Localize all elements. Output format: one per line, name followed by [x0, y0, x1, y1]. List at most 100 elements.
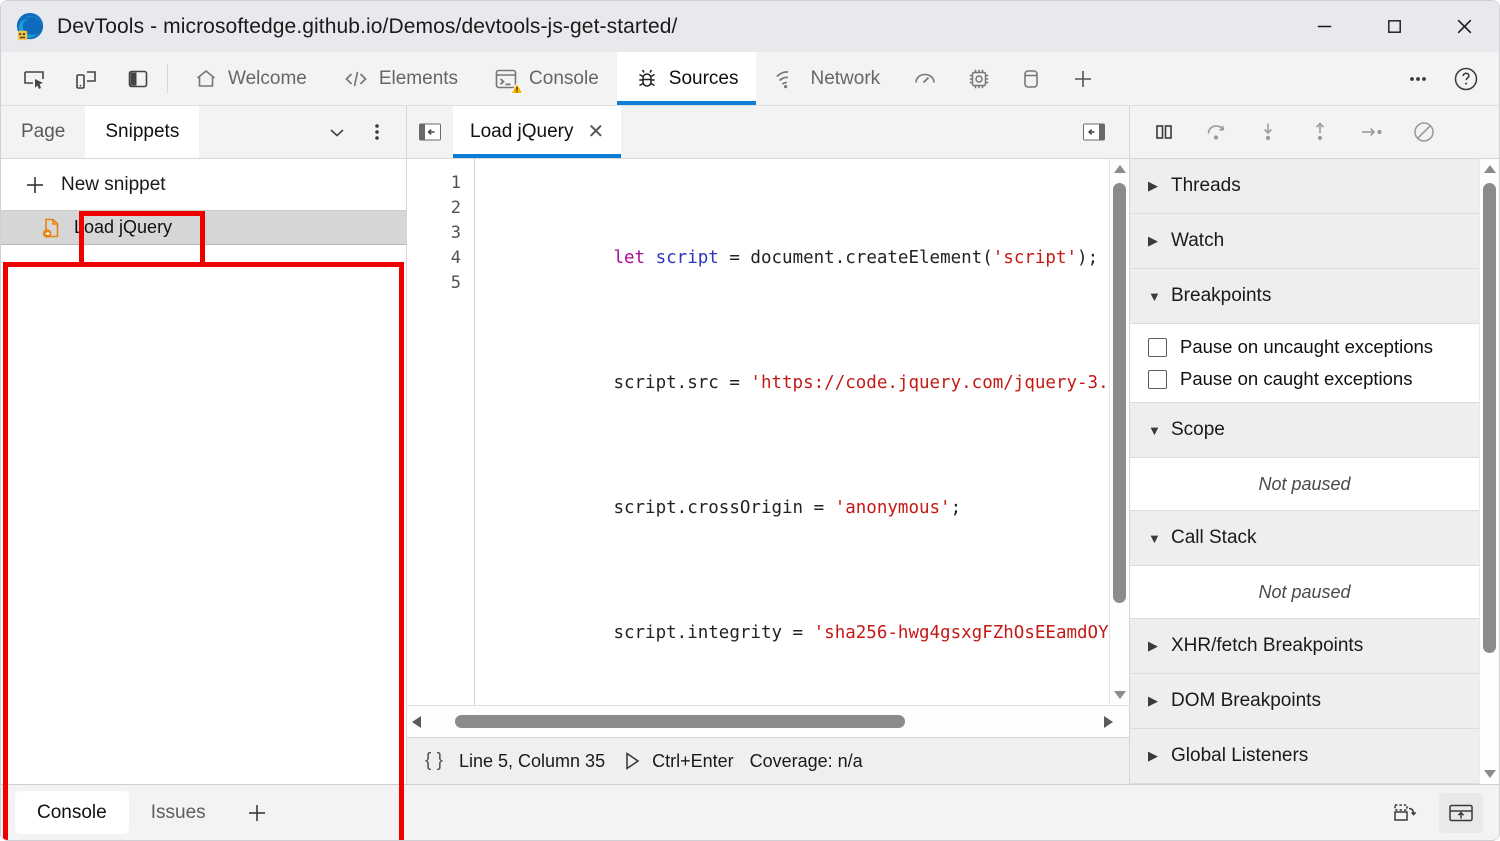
- chevron-down-icon[interactable]: [318, 113, 356, 151]
- drawer-tab-bar: Console Issues: [1, 784, 1499, 840]
- code-token: 'https://code.jquery.com/jquery-3.2.1.m: [750, 373, 1129, 393]
- tab-console-label: Console: [529, 68, 599, 90]
- toolbar-divider: [167, 64, 168, 93]
- more-options-icon[interactable]: [1397, 59, 1439, 99]
- pretty-print-button[interactable]: { }: [425, 750, 443, 772]
- editor-vertical-scrollbar[interactable]: [1109, 159, 1129, 705]
- hscrollbar-thumb[interactable]: [455, 715, 905, 728]
- checkbox[interactable]: [1148, 338, 1167, 357]
- snippet-file-icon: [39, 216, 63, 240]
- section-dom-breakpoints-label: DOM Breakpoints: [1171, 690, 1321, 712]
- list-item[interactable]: Load jQuery: [1, 211, 406, 245]
- editor-horizontal-scrollbar[interactable]: [407, 705, 1129, 737]
- new-snippet-button[interactable]: New snippet: [1, 159, 406, 211]
- pause-resume-icon[interactable]: [1142, 112, 1186, 152]
- navigator-more-options-icon[interactable]: [358, 113, 396, 151]
- tab-performance[interactable]: [898, 52, 952, 105]
- pause-uncaught-exceptions-row[interactable]: Pause on uncaught exceptions: [1130, 331, 1479, 363]
- dock-side-icon[interactable]: [117, 59, 159, 99]
- navigator-tab-page[interactable]: Page: [1, 106, 85, 158]
- drawer-add-tab-button[interactable]: [228, 785, 286, 840]
- dock-drawer-top-icon[interactable]: [1439, 793, 1483, 833]
- code-token: script.integrity =: [613, 623, 813, 643]
- add-tab-button[interactable]: [1056, 52, 1110, 105]
- line-number: 2: [407, 196, 461, 221]
- device-emulation-icon[interactable]: [65, 59, 107, 99]
- code-token: = document.createElement(: [719, 248, 993, 268]
- hscroll-track[interactable]: [433, 715, 1103, 728]
- tab-application[interactable]: [1006, 52, 1056, 105]
- scrollbar-thumb[interactable]: [1483, 183, 1496, 653]
- show-debugger-icon[interactable]: [1071, 119, 1117, 145]
- devtools-window: DevTools - microsoftedge.github.io/Demos…: [0, 0, 1500, 841]
- section-breakpoints[interactable]: ▼ Breakpoints: [1130, 269, 1479, 324]
- restore-drawer-icon[interactable]: [1383, 793, 1427, 833]
- section-scope[interactable]: ▼ Scope: [1130, 403, 1479, 458]
- help-icon[interactable]: [1445, 59, 1487, 99]
- code-editor[interactable]: 1 2 3 4 5 let script = document.createEl…: [407, 159, 1129, 705]
- section-scope-label: Scope: [1171, 419, 1225, 441]
- maximize-button[interactable]: [1359, 1, 1429, 52]
- debugger-vertical-scrollbar[interactable]: [1479, 159, 1499, 784]
- debugger-scroll-area[interactable]: ▶ Threads ▶ Watch ▼ Breakpoints: [1130, 159, 1499, 784]
- call-stack-body: Not paused: [1130, 566, 1479, 619]
- section-threads[interactable]: ▶ Threads: [1130, 159, 1479, 214]
- section-watch[interactable]: ▶ Watch: [1130, 214, 1479, 269]
- tab-sources-label: Sources: [669, 68, 739, 90]
- scroll-up-icon[interactable]: [1483, 159, 1497, 179]
- drawer-tab-issues[interactable]: Issues: [129, 791, 228, 834]
- inspect-element-icon[interactable]: [13, 59, 55, 99]
- section-dom-breakpoints[interactable]: ▶ DOM Breakpoints: [1130, 674, 1479, 729]
- deactivate-breakpoints-icon[interactable]: [1402, 112, 1446, 152]
- scroll-down-icon[interactable]: [1113, 685, 1127, 705]
- scroll-down-icon[interactable]: [1483, 764, 1497, 784]
- run-snippet-button[interactable]: Ctrl+Enter: [621, 750, 734, 772]
- tab-welcome[interactable]: Welcome: [176, 52, 325, 105]
- tab-sources[interactable]: Sources: [617, 52, 757, 105]
- plus-icon: [23, 173, 47, 197]
- step-icon[interactable]: [1350, 112, 1394, 152]
- show-navigator-icon[interactable]: [407, 106, 453, 158]
- section-call-stack[interactable]: ▼ Call Stack: [1130, 511, 1479, 566]
- editor-status-bar: { } Line 5, Column 35 Ctrl+Enter Coverag…: [407, 737, 1129, 784]
- navigator-tab-page-label: Page: [21, 121, 65, 143]
- line-number: 4: [407, 246, 461, 271]
- devtools-tab-strip: Welcome Elements: [1, 52, 1499, 106]
- step-out-icon[interactable]: [1298, 112, 1342, 152]
- code-content[interactable]: let script = document.createElement('scr…: [475, 159, 1129, 705]
- step-over-icon[interactable]: [1194, 112, 1238, 152]
- code-token: ;: [951, 498, 962, 518]
- close-icon[interactable]: ✕: [588, 122, 605, 142]
- section-xhr-fetch-breakpoints[interactable]: ▶ XHR/fetch Breakpoints: [1130, 619, 1479, 674]
- scrollbar-thumb[interactable]: [1113, 183, 1126, 603]
- memory-chip-icon: [966, 66, 992, 92]
- pause-caught-exceptions-row[interactable]: Pause on caught exceptions: [1130, 363, 1479, 395]
- close-button[interactable]: [1429, 1, 1499, 52]
- section-global-listeners[interactable]: ▶ Global Listeners: [1130, 729, 1479, 784]
- tab-elements[interactable]: Elements: [325, 52, 476, 105]
- pause-caught-exceptions-label: Pause on caught exceptions: [1180, 368, 1412, 390]
- step-into-icon[interactable]: [1246, 112, 1290, 152]
- debugger-sections: ▶ Threads ▶ Watch ▼ Breakpoints: [1130, 159, 1479, 784]
- drawer-tab-console[interactable]: Console: [15, 791, 129, 834]
- tab-console[interactable]: Console: [476, 52, 617, 105]
- minimize-button[interactable]: [1289, 1, 1359, 52]
- tab-elements-label: Elements: [379, 68, 458, 90]
- navigator-tab-snippets[interactable]: Snippets: [85, 106, 199, 158]
- section-watch-label: Watch: [1171, 230, 1224, 252]
- drawer-tab-issues-label: Issues: [151, 802, 206, 824]
- tab-memory[interactable]: [952, 52, 1006, 105]
- scroll-left-icon[interactable]: [411, 715, 433, 729]
- editor-tab-load-jquery[interactable]: Load jQuery ✕: [453, 106, 621, 158]
- tab-network[interactable]: Network: [756, 52, 898, 105]
- caret-collapsed-icon: ▶: [1148, 638, 1160, 654]
- run-snippet-icon: [621, 750, 643, 772]
- add-tab-icon: [244, 800, 270, 826]
- section-global-listeners-label: Global Listeners: [1171, 745, 1308, 767]
- console-icon: [494, 67, 519, 91]
- scroll-up-icon[interactable]: [1113, 159, 1127, 179]
- checkbox[interactable]: [1148, 370, 1167, 389]
- caret-collapsed-icon: ▶: [1148, 748, 1160, 764]
- scroll-right-icon[interactable]: [1103, 715, 1125, 729]
- devtools-tool-icons: [1, 52, 159, 105]
